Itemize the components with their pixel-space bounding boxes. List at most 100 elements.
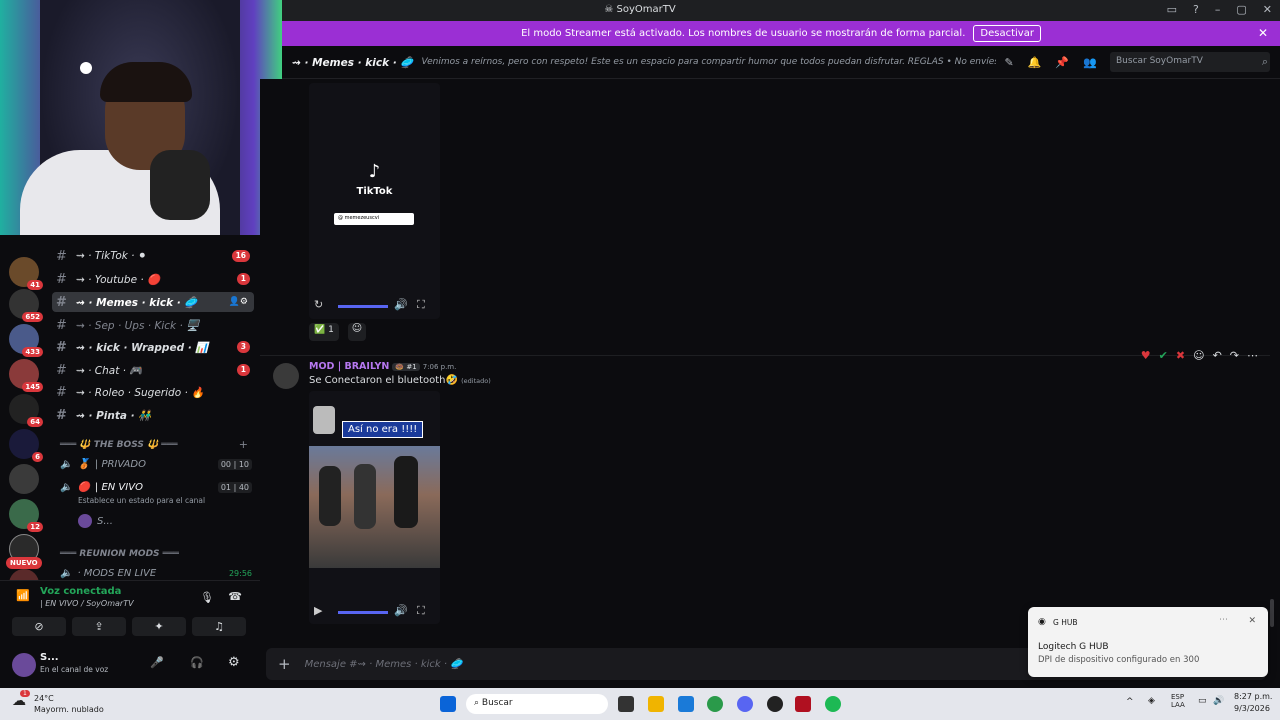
server-icon[interactable] (9, 464, 39, 494)
language[interactable]: ESP LAA (1171, 693, 1185, 709)
message-input[interactable]: Mensaje #⇝ · Memes · kick · 🥏 (305, 659, 463, 670)
camera-off-button[interactable]: ⊘ (12, 617, 66, 636)
add-channel-icon[interactable]: + (239, 438, 248, 451)
tiktok-video-embed[interactable]: ♪ TikTok @ memezeuscvi ↻ 🔊 ⛶ (309, 83, 440, 319)
discord-icon[interactable] (737, 696, 753, 712)
taskview-icon[interactable] (618, 696, 634, 712)
disconnect-icon[interactable]: ☎ (228, 590, 242, 603)
channel-kick-wrapped[interactable]: # ⇝ · kick · Wrapped · 📊 3 (52, 337, 254, 357)
channel-sep-ups[interactable]: # ⇝ · Sep · Ups · Kick · 🖥️ (52, 315, 254, 335)
voice-channel-privado[interactable]: 🔈 🥉 | PRIVADO 00 | 10 (60, 459, 252, 470)
server-icon[interactable]: 41 (9, 257, 43, 290)
clock-time[interactable]: 8:27 p.m. (1234, 692, 1272, 701)
search-input[interactable]: Buscar SoyOmarTV (1110, 52, 1270, 72)
gear-icon[interactable]: ⚙ (228, 655, 240, 670)
volume-slider[interactable] (338, 305, 388, 308)
x-reaction-icon[interactable]: ✖ (1176, 349, 1185, 362)
clock-date[interactable]: 9/3/2026 (1234, 704, 1270, 713)
soundboard-button[interactable]: ♫ (192, 617, 246, 636)
channel-status[interactable]: Establece un estado para el canal (78, 496, 205, 505)
spotify-icon[interactable] (825, 696, 841, 712)
more-icon[interactable]: ⋯ (1219, 615, 1228, 625)
check-reaction-icon[interactable]: ✔ (1159, 349, 1168, 362)
start-icon[interactable] (440, 696, 456, 712)
reaction-check[interactable]: ✅ 1 (309, 323, 339, 341)
ghub-icon: ◉ (1038, 617, 1046, 627)
volume-icon[interactable]: 🔊 (394, 298, 408, 311)
play-icon[interactable]: ▶ (314, 604, 322, 617)
server-icon[interactable]: 652 (9, 289, 43, 322)
location-icon[interactable]: ◈ (1148, 696, 1155, 706)
video-embed[interactable]: Así no era !!!! ▶ 🔊 ⛶ (309, 391, 440, 624)
hash-icon: # (56, 362, 67, 378)
message-author[interactable]: MOD | BRAILYN (309, 361, 389, 372)
minimize-button[interactable]: – (1215, 3, 1221, 16)
obs-icon[interactable] (767, 696, 783, 712)
mute-icon[interactable]: 🎤 (150, 656, 164, 669)
channel-tiktok[interactable]: # ⇝ · TikTok · ⚫ 16 (52, 246, 254, 266)
fullscreen-icon[interactable]: ⛶ (417, 604, 425, 618)
pin-icon[interactable]: 📌 (1055, 56, 1069, 69)
maximize-button[interactable]: ▢ (1236, 3, 1246, 16)
folder-icon[interactable] (648, 696, 664, 712)
bell-icon[interactable]: 🔔 (1028, 56, 1042, 69)
store-icon[interactable] (678, 696, 694, 712)
forward-icon[interactable]: ↷ (1230, 349, 1239, 362)
screen-share-button[interactable]: ⇪ (72, 617, 126, 636)
disable-streamer-button[interactable]: Desactivar (973, 25, 1041, 42)
threads-icon[interactable]: ✎ (1004, 56, 1013, 69)
replay-icon[interactable]: ↻ (314, 298, 323, 311)
headphones-icon[interactable]: 🎧 (190, 656, 204, 669)
streamer-mode-banner: El modo Streamer está activado. Los nomb… (282, 21, 1280, 46)
server-icon[interactable]: 12 (9, 499, 43, 532)
channel-memes-kick[interactable]: # ⇝ · Memes · kick · 🥏 👤⚙ (52, 292, 254, 312)
channel-pinta[interactable]: # ⇝ · Pinta · 👬 (52, 405, 254, 425)
volume-icon[interactable]: 🔊 (1213, 696, 1224, 706)
volume-icon[interactable]: 🔊 (394, 604, 408, 617)
server-icon[interactable]: 64 (9, 394, 43, 427)
scrollbar[interactable] (1270, 599, 1274, 627)
inbox-icon[interactable]: ▭ (1167, 3, 1177, 16)
heart-reaction-icon[interactable]: ♥ (1141, 349, 1151, 362)
channel-settings-icon[interactable]: 👤⚙ (229, 297, 248, 307)
category-reunion-mods[interactable]: ═══ REUNION MODS ═══ (60, 549, 179, 559)
server-icon[interactable]: 145 (9, 359, 43, 392)
chevron-up-icon[interactable]: ^ (1126, 697, 1134, 707)
avatar[interactable] (12, 653, 36, 677)
channel-chat[interactable]: # ⇝ · Chat · 🎮 1 (52, 360, 254, 380)
notification-toast[interactable]: ◉ G HUB ⋯ ✕ Logitech G HUB DPI de dispos… (1028, 607, 1268, 677)
close-banner-icon[interactable]: ✕ (1258, 26, 1268, 40)
add-reaction-icon[interactable]: ☺ (1193, 349, 1204, 362)
voice-channel-envivo[interactable]: 🔈 🔴 | EN VIVO 01 | 40 (60, 482, 252, 493)
category-the-boss[interactable]: ═══ 🔱 THE BOSS 🔱 ═══ (60, 440, 178, 450)
close-button[interactable]: ✕ (1263, 3, 1272, 16)
noise-icon[interactable]: 🎙 (200, 591, 214, 604)
help-icon[interactable]: ? (1193, 3, 1199, 16)
volume-slider[interactable] (338, 611, 388, 614)
network-icon[interactable]: ▭ (1198, 696, 1207, 706)
members-icon[interactable]: 👥 (1083, 56, 1097, 69)
new-badge[interactable]: NUEVO (6, 557, 42, 569)
avatar[interactable] (273, 363, 299, 389)
voice-user[interactable]: S... (78, 514, 248, 528)
voice-channel-mods[interactable]: 🔈 · MODS EN LIVE 29:56 (60, 568, 252, 579)
fullscreen-icon[interactable]: ⛶ (417, 298, 425, 312)
signal-icon[interactable]: 📶 (16, 589, 30, 602)
more-icon[interactable]: ⋯ (1247, 349, 1258, 362)
adobe-icon[interactable] (795, 696, 811, 712)
tiktok-handle: @ memezeuscvi (334, 213, 414, 225)
voice-status[interactable]: Voz conectada (40, 586, 121, 597)
reply-icon[interactable]: ↶ (1213, 349, 1222, 362)
channel-topic[interactable]: Venimos a reírnos, pero con respeto! Est… (421, 57, 996, 67)
channel-youtube[interactable]: # ⇝ · Youtube · 🔴 1 (52, 269, 254, 289)
add-reaction-icon[interactable]: ☺ (348, 323, 366, 341)
video-frame (309, 446, 440, 568)
chrome-icon[interactable] (707, 696, 723, 712)
taskbar-search[interactable]: ⌕ Buscar (466, 694, 608, 714)
server-icon[interactable]: 6 (9, 429, 43, 462)
close-icon[interactable]: ✕ (1248, 616, 1256, 626)
channel-roleo[interactable]: # ⇝ · Roleo · Sugerido · 🔥 (52, 382, 254, 402)
add-attachment-icon[interactable]: + (278, 655, 291, 673)
activities-button[interactable]: ✦ (132, 617, 186, 636)
server-icon[interactable]: 433 (9, 324, 43, 357)
